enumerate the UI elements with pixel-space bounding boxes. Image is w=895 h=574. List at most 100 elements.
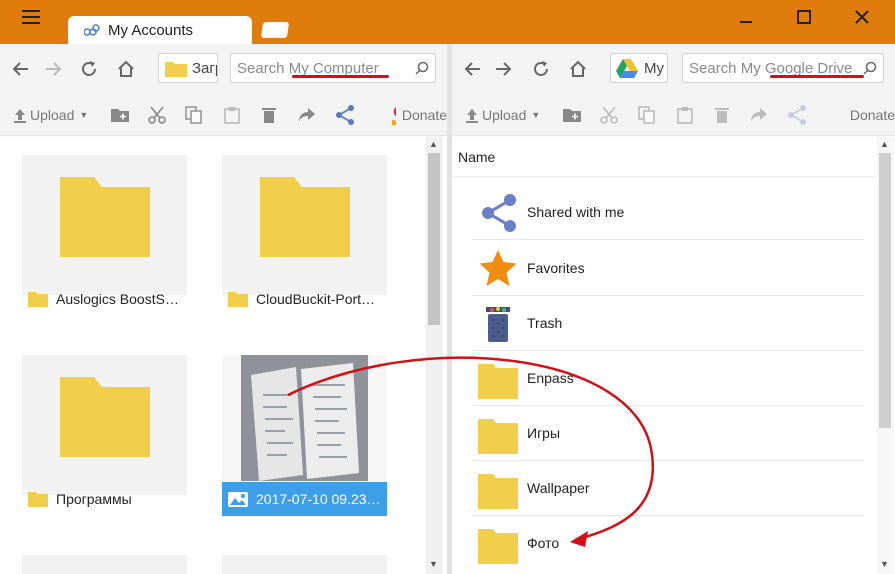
- refresh-button[interactable]: [528, 56, 554, 82]
- refresh-button[interactable]: [76, 56, 102, 82]
- new-tab-button[interactable]: [260, 22, 290, 38]
- scroll-down-icon[interactable]: ▼: [880, 559, 889, 569]
- right-scrollbar[interactable]: ▲ ▼: [877, 137, 893, 574]
- file-grid: Auslogics BoostSpeed CloudBuckit-Portabl…: [0, 137, 447, 574]
- donate-button[interactable]: Donate: [390, 104, 447, 126]
- file-tile-label-selected[interactable]: 2017-07-10 09.23.45.jpg: [222, 482, 387, 516]
- share-button[interactable]: [335, 104, 355, 126]
- scroll-thumb[interactable]: [879, 153, 891, 428]
- upload-label: Upload: [30, 107, 75, 123]
- folder-icon: [60, 377, 150, 457]
- google-drive-panel: My Google Drive Search My Google Drive U…: [452, 44, 895, 574]
- copy-icon: [638, 106, 655, 124]
- tab-my-accounts[interactable]: My Accounts: [68, 16, 252, 44]
- item-label: Фото: [527, 535, 560, 551]
- column-header-name[interactable]: Name: [452, 137, 877, 177]
- arrow-left-icon: [464, 62, 480, 76]
- file-tile[interactable]: [22, 155, 187, 295]
- file-tile[interactable]: [222, 555, 387, 574]
- forward-button[interactable]: [490, 56, 516, 82]
- back-button[interactable]: [460, 56, 486, 82]
- trash-icon: [486, 307, 510, 342]
- minimize-button[interactable]: [733, 6, 759, 28]
- path-text: Загрузки: [192, 60, 217, 77]
- move-button[interactable]: [750, 104, 768, 126]
- move-button[interactable]: [298, 104, 316, 126]
- list-item[interactable]: Shared with me: [472, 185, 864, 240]
- cut-button[interactable]: [148, 104, 166, 126]
- list-item[interactable]: Trash: [472, 296, 864, 351]
- search-icon[interactable]: [415, 61, 429, 75]
- scroll-up-icon[interactable]: ▲: [429, 139, 438, 149]
- scissors-icon: [600, 106, 618, 124]
- donate-heart-icon: [392, 107, 396, 125]
- star-icon: [479, 250, 517, 286]
- delete-button[interactable]: [714, 104, 730, 126]
- list-item[interactable]: Игры: [472, 406, 864, 461]
- path-bar[interactable]: Загрузки: [158, 53, 218, 83]
- upload-button[interactable]: Upload ▼: [12, 104, 88, 126]
- file-name: Auslogics BoostSpeed: [56, 291, 181, 307]
- close-icon: [855, 10, 869, 24]
- list-item[interactable]: Enpass: [472, 351, 864, 406]
- accounts-icon: [84, 24, 100, 36]
- chevron-down-icon: ▼: [79, 110, 89, 120]
- folder-icon: [478, 419, 518, 454]
- search-input[interactable]: Search My Computer: [230, 53, 436, 83]
- home-icon: [570, 60, 586, 77]
- paste-button[interactable]: [676, 104, 694, 126]
- computer-panel: Загрузки Search My Computer Upload ▼: [0, 44, 447, 574]
- forward-button[interactable]: [40, 56, 66, 82]
- trash-icon: [715, 108, 729, 123]
- item-label: Shared with me: [527, 204, 625, 220]
- chevron-down-icon: ▼: [531, 110, 541, 120]
- file-tile-label[interactable]: Программы: [22, 482, 187, 516]
- home-button[interactable]: [565, 56, 591, 82]
- folder-icon: [478, 364, 518, 399]
- arrow-right-icon: [496, 62, 512, 76]
- path-bar[interactable]: My Google Drive: [610, 53, 668, 83]
- refresh-icon: [534, 61, 548, 76]
- folder-icon: [165, 62, 187, 77]
- scroll-thumb[interactable]: [428, 153, 440, 325]
- paste-button[interactable]: [223, 104, 241, 126]
- home-button[interactable]: [113, 56, 139, 82]
- donate-button[interactable]: Donate: [842, 104, 895, 126]
- list-item[interactable]: Wallpaper: [472, 461, 864, 516]
- new-folder-button[interactable]: [563, 104, 581, 126]
- file-tile-label[interactable]: Auslogics BoostSpeed: [22, 282, 187, 316]
- maximize-button[interactable]: [791, 6, 817, 28]
- cut-button[interactable]: [600, 104, 618, 126]
- new-folder-icon: [563, 109, 581, 122]
- arrow-left-icon: [12, 62, 28, 76]
- copy-button[interactable]: [185, 104, 203, 126]
- share-button[interactable]: [787, 104, 807, 126]
- file-tile-label[interactable]: CloudBuckit-Portable: [222, 282, 387, 316]
- list-item[interactable]: Фото: [472, 516, 864, 571]
- list-item[interactable]: Favorites: [472, 241, 864, 296]
- share-icon: [788, 105, 806, 125]
- new-folder-button[interactable]: [111, 104, 129, 126]
- upload-button[interactable]: Upload ▼: [464, 104, 540, 126]
- image-icon: [228, 492, 248, 507]
- receipt-photo-thumbnail: [241, 355, 368, 481]
- back-button[interactable]: [8, 56, 34, 82]
- close-button[interactable]: [849, 6, 875, 28]
- file-tile[interactable]: [22, 555, 187, 574]
- search-icon[interactable]: [863, 61, 877, 75]
- folder-icon: [478, 529, 518, 564]
- donate-label: Donate: [401, 107, 447, 123]
- file-tile[interactable]: [222, 155, 387, 295]
- image-tile[interactable]: [222, 355, 387, 495]
- donate-label: Donate: [849, 107, 895, 123]
- scroll-up-icon[interactable]: ▲: [880, 139, 889, 149]
- left-scrollbar[interactable]: ▲ ▼: [426, 137, 442, 574]
- menu-icon[interactable]: [22, 10, 40, 24]
- scroll-down-icon[interactable]: ▼: [429, 559, 438, 569]
- search-input[interactable]: Search My Google Drive: [682, 53, 884, 83]
- scissors-icon: [148, 106, 166, 124]
- clipboard-icon: [224, 107, 240, 124]
- file-tile[interactable]: [22, 355, 187, 495]
- copy-button[interactable]: [638, 104, 656, 126]
- delete-button[interactable]: [261, 104, 277, 126]
